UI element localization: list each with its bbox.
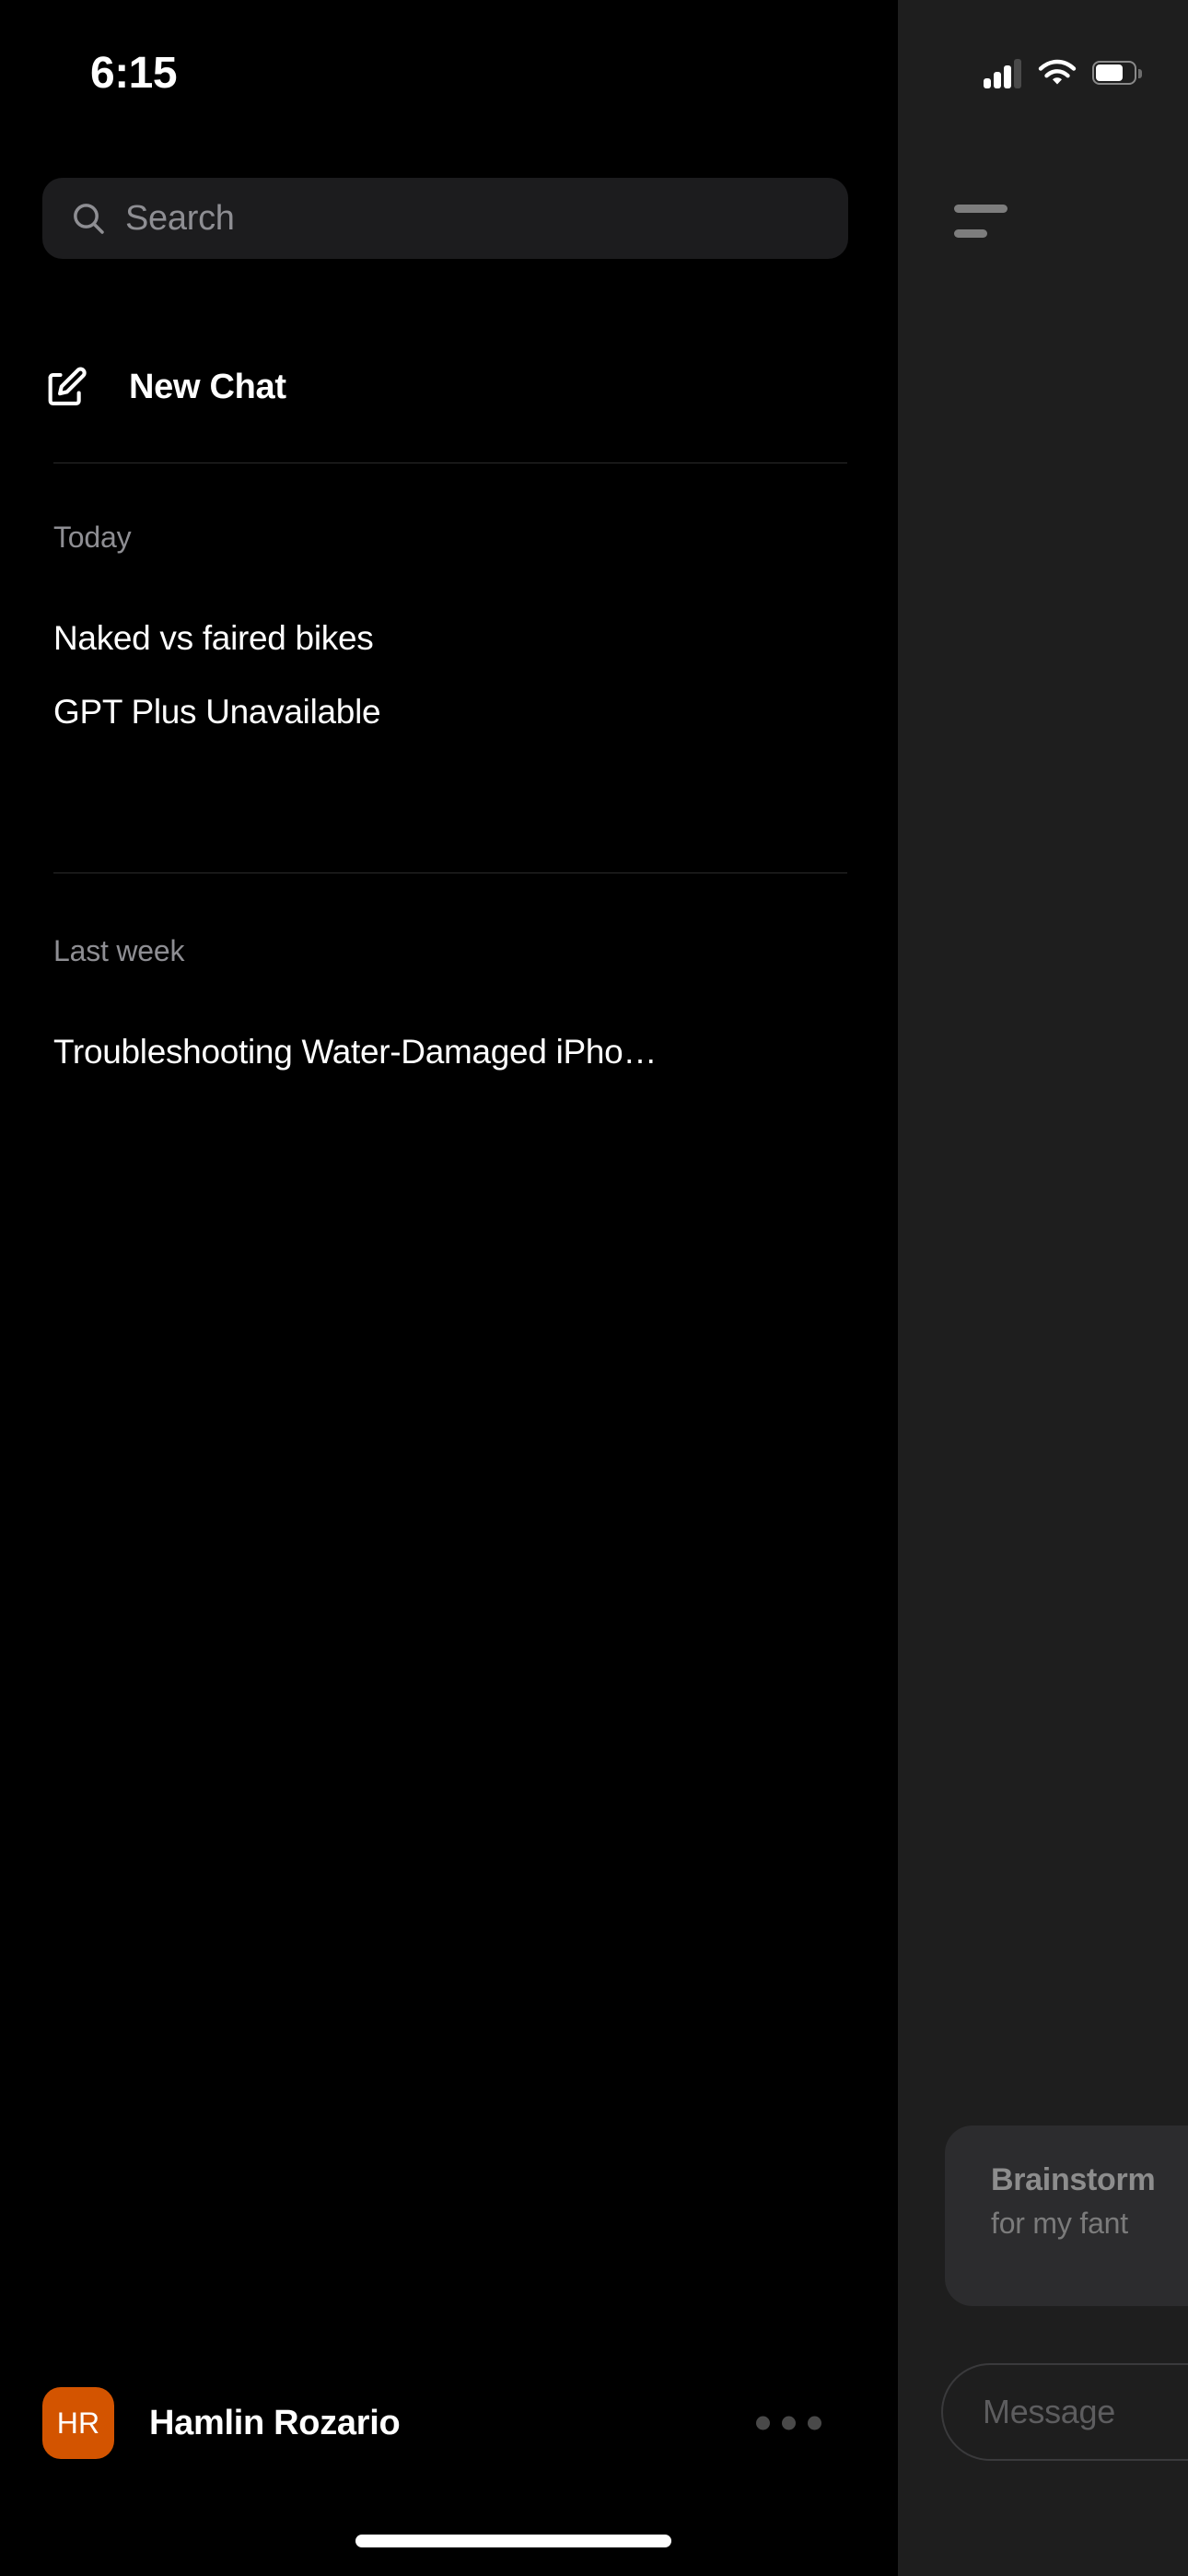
- hamburger-bar-bottom: [954, 229, 987, 238]
- section-header-last-week: Last week: [53, 934, 185, 967]
- compose-icon: [42, 363, 90, 411]
- new-chat-label: New Chat: [129, 367, 286, 406]
- section-divider-bottom: [53, 872, 847, 873]
- ellipsis-dot-3: [808, 2416, 821, 2430]
- chat-list-item[interactable]: GPT Plus Unavailable: [53, 693, 855, 732]
- ellipsis-icon[interactable]: [751, 2402, 827, 2445]
- section-header-today: Today: [53, 521, 132, 554]
- hamburger-bar-top: [954, 205, 1007, 213]
- profile-name: Hamlin Rozario: [149, 2403, 401, 2442]
- chat-list-item[interactable]: Troubleshooting Water-Damaged iPho…: [53, 1033, 855, 1071]
- avatar-initials: HR: [56, 2406, 100, 2440]
- chat-view-backdrop[interactable]: Brainstorm for my fant Message: [898, 0, 1188, 2576]
- suggestion-card-title: Brainstorm: [991, 2162, 1156, 2197]
- suggestion-card[interactable]: Brainstorm for my fant: [945, 2125, 1188, 2306]
- phone-screen: Brainstorm for my fant Message Search Ne…: [0, 0, 1188, 2576]
- message-composer-placeholder: Message: [983, 2393, 1115, 2430]
- search-placeholder: Search: [125, 198, 235, 238]
- ellipsis-dot-2: [782, 2416, 796, 2430]
- new-chat-button[interactable]: New Chat: [42, 350, 848, 424]
- search-icon: [70, 200, 107, 237]
- hamburger-menu-icon[interactable]: [954, 195, 1011, 238]
- home-indicator[interactable]: [355, 2535, 671, 2547]
- message-composer-input[interactable]: Message: [941, 2363, 1188, 2461]
- search-input[interactable]: Search: [42, 178, 848, 259]
- ellipsis-dot-1: [756, 2416, 770, 2430]
- suggestion-card-subtitle: for my fant: [991, 2207, 1128, 2240]
- sidebar-drawer: Search New Chat Today Naked vs faired bi…: [0, 0, 898, 2576]
- avatar: HR: [42, 2387, 114, 2459]
- chat-list-item[interactable]: Naked vs faired bikes: [53, 619, 855, 658]
- profile-row[interactable]: HR Hamlin Rozario: [42, 2377, 853, 2469]
